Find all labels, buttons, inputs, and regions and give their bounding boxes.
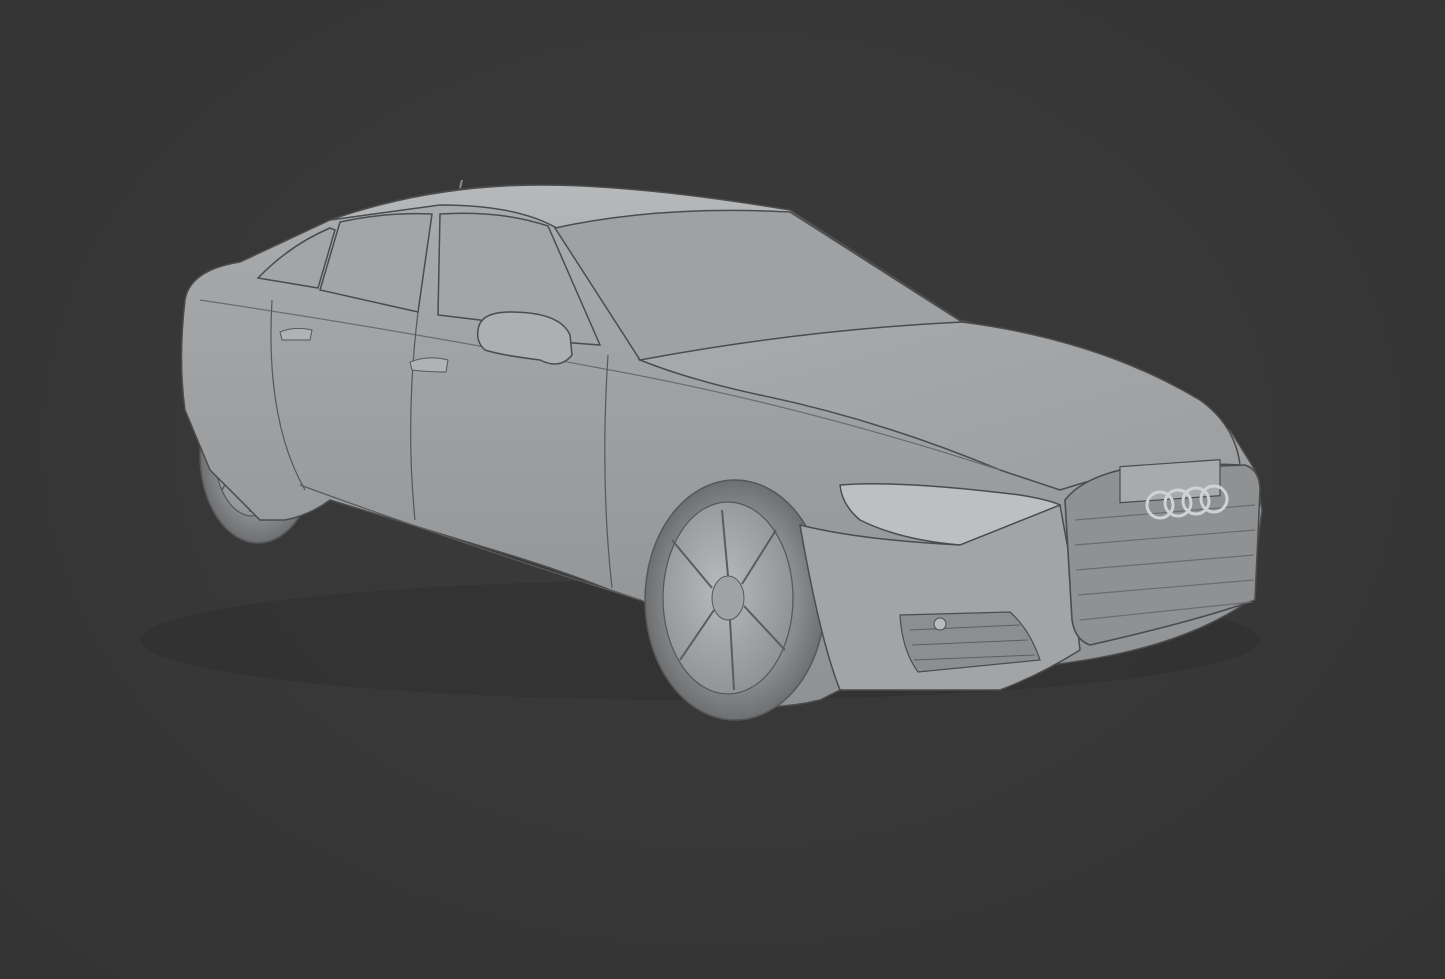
front-wheel — [644, 479, 826, 721]
antenna — [459, 179, 463, 189]
car-model[interactable] — [0, 0, 1445, 979]
rear-door-handle — [279, 327, 313, 341]
front-door-handle — [409, 357, 449, 373]
3d-viewport[interactable] — [0, 0, 1445, 979]
fog-light — [933, 617, 947, 631]
